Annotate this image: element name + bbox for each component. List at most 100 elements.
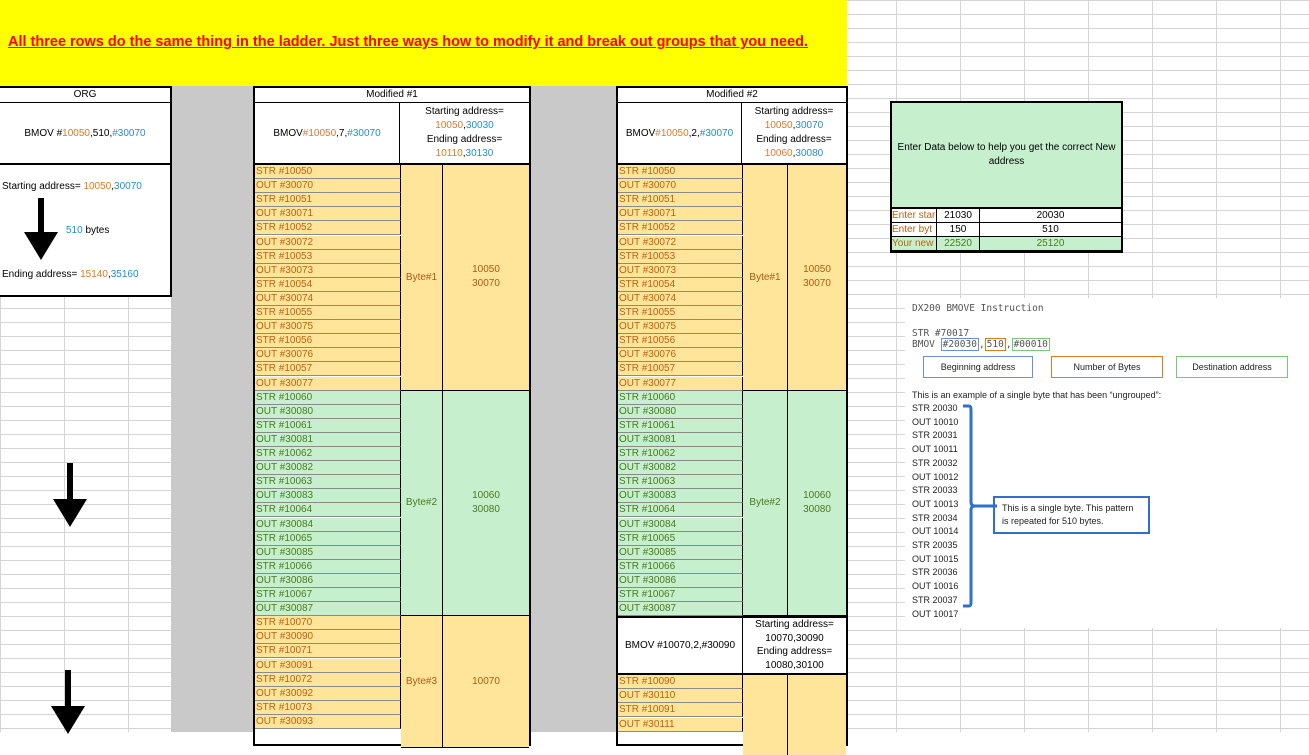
dx200-example-line: STR 20037 — [912, 594, 958, 605]
ladder-row: OUT #30077 — [255, 376, 401, 391]
down-arrow-icon — [51, 670, 85, 734]
mod1-address-range: Starting address= 10050,30030 Ending add… — [425, 106, 504, 159]
dx200-example-line: OUT 10015 — [912, 553, 959, 564]
ladder-row: STR #10050 — [255, 165, 401, 179]
ladder-row: OUT #30087 — [255, 602, 401, 617]
ladder-row: OUT #30110 — [618, 689, 743, 704]
ladder-row: STR #10056 — [618, 334, 743, 349]
calc-row: Enter byt 150 510 — [892, 223, 1121, 237]
ladder-row: OUT #30083 — [255, 489, 401, 504]
ladder-row: STR #10063 — [618, 475, 743, 490]
byte-address-cell: 10050 30070 — [443, 165, 529, 391]
calc-block: Enter Data below to help you get the cor… — [890, 101, 1123, 253]
ladder-row: OUT #30091 — [255, 658, 401, 673]
ladder-row: OUT #30075 — [618, 320, 743, 335]
calc-input-a[interactable]: 22520 — [937, 237, 980, 250]
org-header: ORG — [0, 88, 170, 103]
mod2-instruction: BMOV #10050,2, #30070 — [618, 103, 742, 163]
legend-number-of-bytes: Number of Bytes — [1051, 356, 1163, 378]
mod2-second-range-line: Ending address= — [756, 646, 833, 658]
ladder-row: OUT #30084 — [255, 517, 401, 532]
mod2-second-range-line: 10080,30100 — [765, 659, 824, 671]
byte-address-b: 30070 — [472, 278, 500, 290]
ladder-row: OUT #30072 — [255, 235, 401, 250]
ladder-row: STR #10052 — [618, 221, 743, 236]
ladder-row: OUT #30087 — [618, 602, 743, 617]
calc-input-b[interactable]: 20030 — [980, 209, 1121, 222]
ladder-row: OUT #30082 — [255, 461, 401, 476]
mod2-second-range-line: 10070,30090 — [765, 632, 824, 644]
byte-address-a: 10060 — [803, 489, 831, 501]
ladder-row: STR #10067 — [255, 588, 401, 602]
byte-address-cell: 10060 30080 — [788, 390, 846, 617]
dx200-example-line: OUT 10012 — [912, 471, 959, 482]
calc-input-b[interactable]: 510 — [980, 223, 1121, 236]
ladder-row: OUT #30081 — [255, 432, 401, 447]
calc-input-b[interactable]: 25120 — [980, 237, 1121, 250]
ladder-row: OUT #30085 — [618, 545, 743, 560]
ladder-row: STR #10051 — [255, 193, 401, 208]
mod2-ladder-list: STR #10050 OUT #30070 STR #10051 OUT #30071… — [618, 165, 846, 755]
byte-address-b: 30080 — [803, 503, 831, 515]
banner-text: All three rows do the same thing in the … — [8, 34, 809, 50]
dx200-title: DX200 BMOVE Instruction — [912, 303, 1044, 314]
dx200-example-line: STR 20036 — [912, 567, 958, 578]
ladder-row: STR #10051 — [618, 193, 743, 208]
byte-address-b: 30080 — [472, 503, 500, 515]
ladder-row: STR #10057 — [618, 362, 743, 377]
ladder-row: OUT #30092 — [255, 686, 401, 701]
ladder-row: STR #10066 — [255, 559, 401, 574]
byte-address-a: 10050 — [803, 264, 831, 276]
mod1-instruction: BMOV #10050,7, #30070 — [255, 103, 400, 163]
ladder-row: OUT #30111 — [618, 717, 743, 732]
calc-title: Enter Data below to help you get the cor… — [892, 103, 1121, 209]
calc-input-a[interactable]: 150 — [937, 223, 980, 236]
dx200-line2: BMOV #20030, 510, #00010 — [912, 338, 1050, 351]
ladder-row: STR #10065 — [618, 531, 743, 546]
ladder-row: OUT #30075 — [255, 320, 401, 335]
ladder-row: STR #10054 — [618, 277, 743, 292]
ladder-row: STR #10053 — [255, 249, 401, 264]
ladder-row: OUT #30081 — [618, 432, 743, 447]
dx200-example-line: OUT 10017 — [912, 608, 959, 619]
ladder-row: OUT #30086 — [255, 573, 401, 588]
byte-label-cell: Byte#3 — [401, 616, 443, 748]
org-instruction: BMOV #10050,510, #30070 — [0, 103, 170, 165]
ladder-row: OUT #30080 — [255, 404, 401, 419]
ladder-row: OUT #30083 — [618, 489, 743, 504]
dx200-example-line: OUT 10010 — [912, 416, 959, 427]
ladder-row: OUT #30093 — [255, 714, 401, 729]
ladder-row: STR #10071 — [255, 644, 401, 659]
calc-row-label: Enter star — [892, 209, 937, 222]
down-arrow-icon — [24, 198, 58, 260]
byte-address-cell: 10050 30070 — [788, 165, 846, 391]
org-start-address: Starting address= 10050,30070 — [2, 181, 142, 192]
ladder-row: STR #10063 — [255, 475, 401, 490]
mod2-second-range: Starting address= 10070,30090 Ending addre… — [743, 618, 846, 672]
dx200-reference-panel: DX200 BMOVE Instruction STR #70017 BMOV … — [905, 298, 1309, 628]
ladder-row: STR #10060 — [618, 390, 743, 405]
byte-address-a: 10060 — [472, 489, 500, 501]
ladder-row: STR #10062 — [618, 447, 743, 461]
mod1-ladder-list: STR #10050 OUT #30070 STR #10051 OUT #30071… — [255, 165, 529, 748]
org-end-address: Ending address= 15140,35160 — [2, 269, 139, 280]
byte-label-cell: Byte#2 — [743, 390, 788, 617]
byte-label-cell: Byte#2 — [401, 390, 443, 617]
org-block: ORG BMOV #10050,510, #30070 Starting addr… — [0, 86, 172, 297]
dx200-example-line: STR 20035 — [912, 540, 958, 550]
dx200-example-caption: This is an example of a single byte that… — [912, 390, 1162, 400]
calc-input-a[interactable]: 21030 — [937, 209, 980, 222]
calc-row-label: Your new — [892, 237, 937, 250]
ladder-row: STR #10050 — [618, 165, 743, 179]
ladder-row: STR #10064 — [618, 503, 743, 518]
ladder-row: STR #10066 — [618, 559, 743, 574]
ladder-row: STR #10062 — [255, 447, 401, 461]
mod2-address-range: Starting address= 10050,30070 Ending add… — [754, 106, 834, 159]
calc-table: Enter star 21030 20030 Enter byt 150 510 Your … — [892, 209, 1121, 251]
mod1-header: Modified #1 — [255, 88, 529, 103]
ladder-row: OUT #30082 — [618, 461, 743, 476]
callout-box: This is a single byte. This pattern is r… — [993, 496, 1150, 534]
ladder-row: OUT #30073 — [618, 263, 743, 278]
ladder-row: STR #10065 — [255, 531, 401, 546]
mod2-second-instr-text: BMOV #10070,2,#30090 — [618, 618, 743, 674]
